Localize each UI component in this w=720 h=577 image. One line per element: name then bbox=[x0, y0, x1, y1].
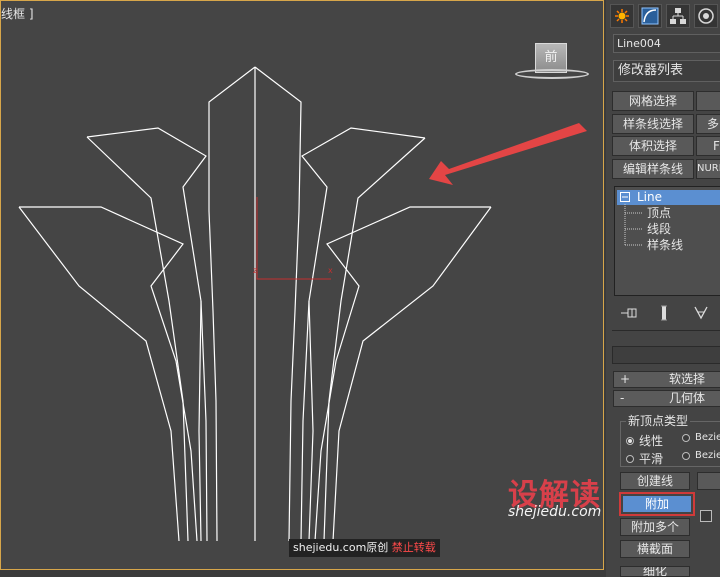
spline-select-button[interactable]: 样条线选择 bbox=[612, 114, 694, 134]
radio-dot-checked bbox=[626, 436, 634, 445]
modifier-list-dropdown[interactable]: 修改器列表 bbox=[613, 60, 720, 82]
stack-item-segment[interactable]: 线段 bbox=[647, 222, 671, 236]
attach-highlight-box: 附加 bbox=[619, 492, 695, 516]
make-unique-icon bbox=[694, 306, 708, 320]
nurbs-button[interactable]: NURE bbox=[696, 159, 720, 179]
hierarchy-tab[interactable] bbox=[666, 4, 690, 28]
make-unique-button[interactable] bbox=[690, 302, 712, 324]
soft-selection-rollout[interactable]: + 软选择 bbox=[613, 371, 720, 388]
break-button[interactable] bbox=[697, 472, 720, 490]
stem-line bbox=[198, 300, 202, 542]
create-tab[interactable] bbox=[610, 4, 634, 28]
radio-dot bbox=[682, 451, 690, 460]
pin-stack-button[interactable] bbox=[618, 302, 640, 324]
geometry-title: 几何体 bbox=[668, 391, 705, 405]
reorient-checkbox[interactable] bbox=[700, 510, 712, 522]
right-upper-leaf-inner bbox=[323, 137, 426, 542]
stack-item-vertex[interactable]: 顶点 bbox=[647, 206, 671, 220]
hierarchy-icon bbox=[670, 8, 686, 24]
watermark-notice: 禁止转载 bbox=[391, 541, 436, 554]
radio-linear-label: 线性 bbox=[639, 434, 664, 448]
refine-button[interactable]: 细化 bbox=[620, 566, 690, 577]
radio-dot bbox=[682, 433, 690, 442]
gizmo-z-label: z bbox=[253, 266, 257, 275]
radio-smooth-label: 平滑 bbox=[639, 452, 664, 466]
annotation-arrow bbox=[429, 123, 587, 185]
modify-tab[interactable] bbox=[638, 4, 662, 28]
left-lower-leaf bbox=[19, 206, 198, 542]
right-lower-leaf-inner bbox=[332, 206, 492, 542]
attach-button[interactable]: 附加 bbox=[623, 496, 691, 512]
radio-dot bbox=[626, 454, 634, 463]
modifier-stack[interactable]: Line 顶点 线段 样条线 bbox=[614, 186, 720, 296]
mesh-select-button[interactable]: 网格选择 bbox=[612, 91, 694, 111]
logo-url: shejiedu.com bbox=[508, 504, 602, 520]
object-name-field[interactable]: Line004 bbox=[613, 34, 720, 53]
left-upper-leaf-inner bbox=[86, 136, 189, 542]
motion-tab[interactable] bbox=[694, 4, 718, 28]
gizmo-x-label: x bbox=[328, 266, 333, 275]
cross-section-button[interactable]: 横截面 bbox=[620, 540, 690, 558]
show-end-result-icon bbox=[661, 305, 667, 321]
new-vertex-type-title: 新顶点类型 bbox=[626, 412, 691, 429]
viewcube-ring[interactable] bbox=[515, 69, 589, 79]
stack-item-spline[interactable]: 样条线 bbox=[647, 238, 683, 252]
watermark-bar: shejiedu.com原创 禁止转载 bbox=[289, 539, 440, 557]
motion-icon bbox=[698, 8, 714, 24]
stem-line bbox=[308, 300, 314, 542]
radio-bezier-corner[interactable]: Bezie bbox=[682, 450, 720, 461]
left-upper-leaf bbox=[86, 127, 208, 542]
watermark-source: shejiedu.com原创 bbox=[293, 541, 389, 554]
show-end-result-button[interactable] bbox=[653, 302, 675, 324]
radio-bezier-label: Bezie bbox=[695, 432, 720, 443]
stack-selection-highlight bbox=[617, 190, 720, 205]
create-icon bbox=[615, 9, 629, 23]
selection-info-bar bbox=[612, 346, 720, 364]
geometry-rollout[interactable]: - 几何体 bbox=[613, 390, 720, 407]
radio-linear[interactable]: 线性 bbox=[626, 432, 663, 449]
pin-stack-icon bbox=[621, 308, 637, 318]
modify-icon bbox=[641, 7, 659, 25]
modifier-button-extra-2[interactable]: 多 bbox=[696, 114, 720, 134]
center-leaf-outline-right bbox=[254, 66, 302, 542]
edit-spline-button[interactable]: 编辑样条线 bbox=[612, 159, 694, 179]
volume-select-button[interactable]: 体积选择 bbox=[612, 136, 694, 156]
transform-gizmo bbox=[256, 197, 331, 280]
divider bbox=[612, 330, 720, 331]
create-line-button[interactable]: 创建线 bbox=[620, 472, 690, 490]
collapse-icon[interactable] bbox=[620, 192, 630, 202]
attach-multiple-button[interactable]: 附加多个 bbox=[620, 518, 690, 536]
site-logo: 设解读 shejiedu.com bbox=[508, 470, 618, 526]
soft-selection-title: 软选择 bbox=[668, 372, 705, 386]
center-leaf-outline bbox=[208, 66, 256, 542]
modifier-button-extra-3[interactable]: F bbox=[696, 136, 720, 156]
left-lower-leaf-inner bbox=[18, 206, 180, 542]
radio-bezier[interactable]: Bezie bbox=[682, 432, 720, 443]
radio-smooth[interactable]: 平滑 bbox=[626, 450, 663, 467]
stack-item-line[interactable]: Line bbox=[637, 190, 662, 204]
radio-bezier-corner-label: Bezie bbox=[695, 450, 720, 461]
modifier-button-extra-1[interactable] bbox=[696, 91, 720, 111]
stack-tree-lines bbox=[624, 204, 642, 246]
viewcube[interactable]: 前 bbox=[513, 39, 593, 85]
right-lower-leaf bbox=[314, 206, 491, 542]
